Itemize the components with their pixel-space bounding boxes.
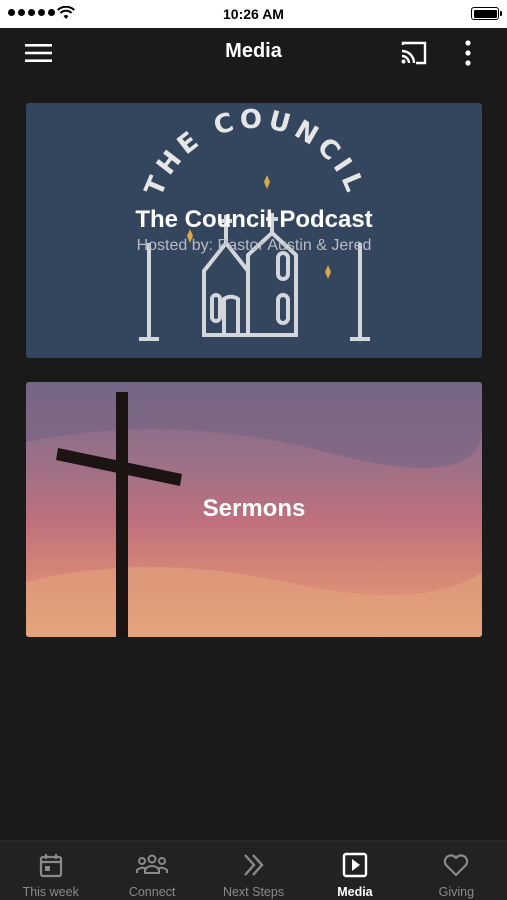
tab-media[interactable]: Media xyxy=(304,841,405,900)
group-icon xyxy=(136,854,169,874)
tab-next-steps[interactable]: Next Steps xyxy=(203,841,304,900)
tab-label: Connect xyxy=(128,885,176,899)
podcast-title: The Council Podcast xyxy=(135,206,373,233)
tab-label: This week xyxy=(22,885,79,899)
bottom-tab-bar: This week Connect Next Steps Media Givin… xyxy=(0,840,507,900)
tab-label: Next Steps xyxy=(222,885,285,899)
sermons-card[interactable]: Sermons xyxy=(26,382,482,637)
status-time: 10:26 AM xyxy=(223,6,284,22)
cast-icon[interactable] xyxy=(398,39,430,67)
more-options-icon[interactable] xyxy=(458,38,478,68)
status-bar: 10:26 AM xyxy=(0,0,507,28)
battery-icon xyxy=(471,7,502,20)
podcast-card[interactable]: THE COUNCIL The Council Podcast Hosted b… xyxy=(26,103,482,358)
page-title: Media xyxy=(225,40,282,62)
tab-label: Giving xyxy=(438,885,475,899)
tab-this-week[interactable]: This week xyxy=(0,841,101,900)
tab-connect[interactable]: Connect xyxy=(101,841,202,900)
svg-text:THE COUNCIL: THE COUNCIL xyxy=(139,105,370,201)
play-box-icon xyxy=(342,852,368,878)
tab-giving[interactable]: Giving xyxy=(406,841,507,900)
app-bar: Media xyxy=(0,28,507,76)
sermons-title: Sermons xyxy=(202,495,306,522)
heart-icon xyxy=(444,854,469,877)
tab-label: Media xyxy=(337,885,373,899)
calendar-icon xyxy=(39,854,62,878)
double-chevron-icon xyxy=(243,854,264,876)
podcast-subtitle: Hosted by: Pastor Austin & Jered xyxy=(136,237,372,254)
